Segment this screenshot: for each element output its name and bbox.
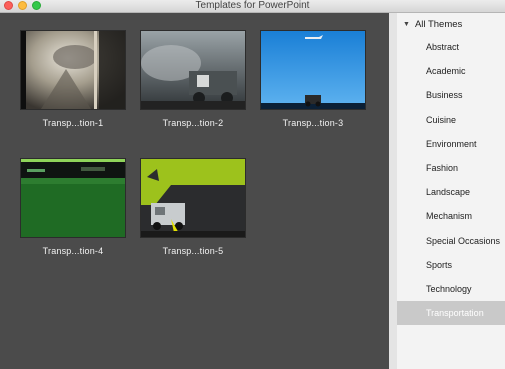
tunnel-train-image bbox=[21, 31, 125, 109]
sidebar-item-cuisine[interactable]: Cuisine bbox=[397, 108, 505, 132]
all-themes-label: All Themes bbox=[414, 18, 463, 30]
sidebar-item-fashion[interactable]: Fashion bbox=[397, 156, 505, 180]
sidebar-item-environment[interactable]: Environment bbox=[397, 132, 505, 156]
disclosure-triangle-icon[interactable]: ▼ bbox=[403, 21, 410, 28]
template-label-4: Transp...tion-4 bbox=[42, 246, 104, 256]
sidebar-item-business[interactable]: Business bbox=[397, 83, 505, 107]
template-label-5: Transp...tion-5 bbox=[162, 246, 224, 256]
sidebar-item-transportation[interactable]: Transportation bbox=[397, 301, 505, 326]
template-gallery: Transp...tion-1 Transp...tion-2 Transp..… bbox=[0, 13, 389, 369]
sidebar-item-abstract[interactable]: Abstract bbox=[397, 35, 505, 59]
template-thumbnail-3[interactable] bbox=[261, 31, 365, 109]
sidebar-item-mechanism[interactable]: Mechanism bbox=[397, 204, 505, 228]
sidebar-item-technology[interactable]: Technology bbox=[397, 277, 505, 301]
template-card-5[interactable]: Transp...tion-5 bbox=[141, 159, 245, 256]
template-label-1: Transp...tion-1 bbox=[42, 118, 104, 128]
template-thumbnail-4[interactable] bbox=[21, 159, 125, 237]
green-road-image bbox=[21, 159, 125, 237]
truck-smoke-image bbox=[141, 31, 245, 109]
window-title: Templates for PowerPoint bbox=[195, 0, 310, 11]
theme-sidebar: ▼ All Themes Abstract Academic Business … bbox=[389, 13, 505, 369]
sidebar-item-sports[interactable]: Sports bbox=[397, 253, 505, 277]
template-label-3: Transp...tion-3 bbox=[282, 118, 344, 128]
template-card-4[interactable]: Transp...tion-4 bbox=[21, 159, 125, 256]
template-thumbnail-5[interactable] bbox=[141, 159, 245, 237]
template-label-2: Transp...tion-2 bbox=[162, 118, 224, 128]
sidebar-item-special-occasions[interactable]: Special Occasions bbox=[397, 229, 505, 253]
all-themes-header[interactable]: ▼ All Themes bbox=[397, 13, 505, 35]
sidebar-item-landscape[interactable]: Landscape bbox=[397, 180, 505, 204]
template-card-3[interactable]: Transp...tion-3 bbox=[261, 31, 365, 128]
template-thumbnail-2[interactable] bbox=[141, 31, 245, 109]
template-card-1[interactable]: Transp...tion-1 bbox=[21, 31, 125, 128]
title-bar: Templates for PowerPoint bbox=[0, 0, 505, 13]
theme-category-list: Abstract Academic Business Cuisine Envir… bbox=[397, 35, 505, 326]
sidebar-item-academic[interactable]: Academic bbox=[397, 59, 505, 83]
blue-sky-plane-image bbox=[261, 31, 365, 109]
green-truck-image bbox=[141, 159, 245, 237]
template-card-2[interactable]: Transp...tion-2 bbox=[141, 31, 245, 128]
template-thumbnail-1[interactable] bbox=[21, 31, 125, 109]
